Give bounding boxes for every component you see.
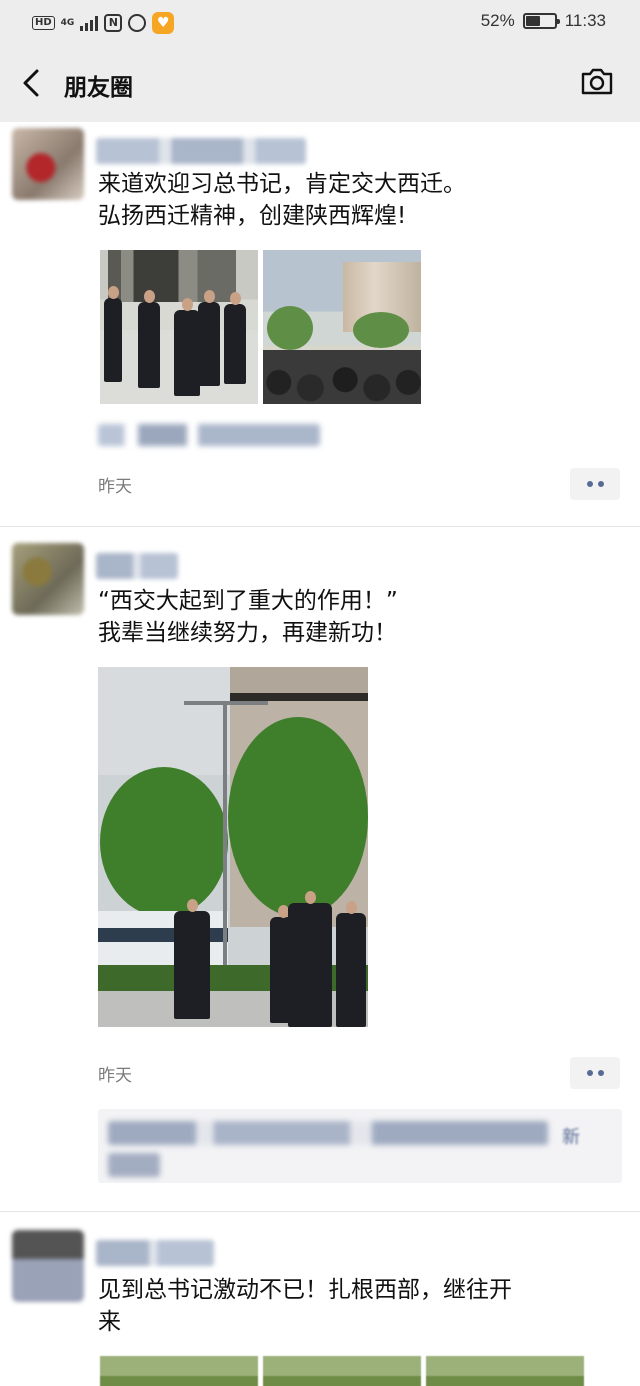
post-photo[interactable]: [263, 250, 421, 404]
chevron-left-icon[interactable]: [14, 66, 48, 100]
post-photo[interactable]: [426, 1356, 584, 1386]
camera-icon[interactable]: [580, 66, 614, 100]
comment-text-tail: 新: [562, 1127, 580, 1148]
post-time: 昨天: [98, 1066, 132, 1086]
moment-post: “西交大起到了重大的作用！” 我辈当继续努力，再建新功！ 昨天 新: [0, 527, 640, 1211]
moments-feed[interactable]: 来道欢迎习总书记，肯定交大西迁。 弘扬西迁精神，创建陕西辉煌! 昨天 “西交大起…: [0, 122, 640, 1386]
post-text-line: 来: [98, 1309, 121, 1335]
clock: 11:33: [564, 11, 606, 30]
post-photo[interactable]: [100, 250, 258, 404]
status-bar: HD 4G N ♥ 52% 11:33: [0, 0, 640, 44]
post-text-line: 见到总书记激动不已！扎根西部，继往开: [98, 1277, 512, 1303]
post-text-line: 我辈当继续努力，再建新功！: [98, 620, 397, 646]
signal-icon: [80, 15, 99, 31]
post-text: 来道欢迎习总书记，肯定交大西迁。 弘扬西迁精神，创建陕西辉煌!: [98, 168, 618, 232]
post-photo[interactable]: [263, 1356, 421, 1386]
location-text[interactable]: [98, 424, 320, 446]
post-text-line: 弘扬西迁精神，创建陕西辉煌!: [98, 203, 407, 229]
comment-box[interactable]: 新: [98, 1109, 622, 1183]
battery-icon: [522, 13, 560, 29]
comment-text: [108, 1121, 548, 1145]
post-text-line: “西交大起到了重大的作用！”: [98, 588, 398, 614]
status-right: 52% 11:33: [481, 11, 606, 31]
post-photo[interactable]: [100, 1356, 258, 1386]
nfc-icon: N: [104, 14, 123, 32]
more-actions-button[interactable]: [570, 1057, 620, 1089]
battery-level: [525, 16, 541, 26]
hd-icon: HD: [32, 16, 55, 30]
shield-icon: [128, 14, 147, 32]
post-text: 见到总书记激动不已！扎根西部，继往开 来: [98, 1274, 618, 1338]
post-photo[interactable]: [98, 667, 368, 1027]
comment-text: [108, 1153, 160, 1177]
post-text: “西交大起到了重大的作用！” 我辈当继续努力，再建新功！: [98, 585, 618, 649]
moment-post: 来道欢迎习总书记，肯定交大西迁。 弘扬西迁精神，创建陕西辉煌! 昨天: [0, 122, 640, 526]
page-title: 朋友圈: [64, 75, 133, 101]
avatar[interactable]: [12, 1230, 84, 1302]
status-icons: HD 4G N ♥: [32, 12, 175, 34]
nav-bar: 朋友圈: [0, 44, 640, 122]
username[interactable]: [96, 1240, 214, 1266]
avatar[interactable]: [12, 543, 84, 615]
username[interactable]: [96, 553, 178, 579]
more-actions-button[interactable]: [570, 468, 620, 500]
post-time: 昨天: [98, 477, 132, 497]
app-notification-icon: ♥: [152, 12, 175, 34]
username[interactable]: [96, 138, 306, 164]
network-label: 4G: [60, 17, 75, 28]
post-text-line: 来道欢迎习总书记，肯定交大西迁。: [98, 171, 466, 197]
avatar[interactable]: [12, 128, 84, 200]
moment-post: 见到总书记激动不已！扎根西部，继往开 来: [0, 1212, 640, 1386]
battery-percent: 52%: [480, 11, 515, 30]
